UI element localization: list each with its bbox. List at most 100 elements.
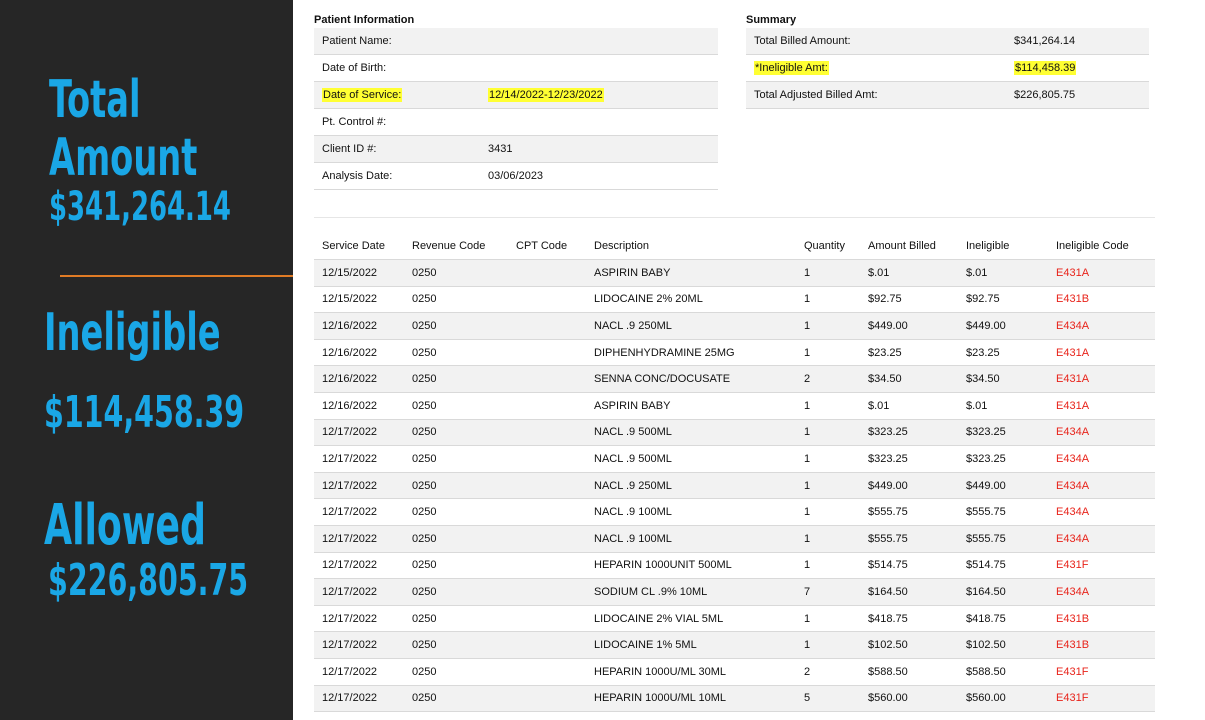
service-date-cell: 12/17/2022	[314, 578, 404, 606]
amount-billed-cell: $555.75	[860, 525, 958, 553]
description-cell: NACL .9 100ML	[586, 498, 796, 526]
amount-billed-cell: $102.50	[860, 631, 958, 659]
description-cell: NACL .9 100ML	[586, 525, 796, 553]
amount-billed-cell: $323.25	[860, 419, 958, 447]
ineligible-code-cell: E431B	[1048, 605, 1155, 633]
revenue-code-cell: 0250	[404, 658, 508, 686]
revenue-code-cell: 0250	[404, 365, 508, 393]
description-cell: HEPARIN 1000U/ML 10ML	[586, 685, 796, 713]
amount-billed-cell: $418.75	[860, 605, 958, 633]
table-row: 12/17/2022 0250 LIDOCAINE 2% VIAL 5ML 1 $418…	[314, 605, 1155, 633]
ineligible-code-cell: E434A	[1048, 472, 1155, 500]
description-cell: HEPARIN 1000UNIT 500ML	[586, 552, 796, 580]
analysis-date-value: 03/06/2023	[480, 162, 718, 190]
allowed-label: Allowed	[44, 493, 206, 558]
summary-row: Total Adjusted Billed Amt: $226,805.75	[746, 81, 1149, 109]
quantity-cell: 1	[796, 552, 860, 580]
client-id-value: 3431	[480, 135, 718, 163]
description-cell: HEPARIN 1000U/ML 30ML	[586, 658, 796, 686]
patient-information-table: Patient Name: Date of Birth: Date of Ser…	[314, 28, 718, 190]
allowed-amount-value: $226,805.75	[48, 555, 249, 606]
service-date-cell: 12/15/2022	[314, 259, 404, 287]
patient-info-row: Analysis Date: 03/06/2023	[314, 162, 718, 190]
quantity-cell: 1	[796, 339, 860, 367]
total-label-line2: Amount	[49, 128, 198, 188]
date-of-service-value: 12/14/2022-12/23/2022	[488, 88, 604, 102]
col-description: Description	[586, 233, 796, 260]
revenue-code-cell: 0250	[404, 578, 508, 606]
ineligible-code-cell: E434A	[1048, 525, 1155, 553]
ineligible-cell: $555.75	[958, 498, 1048, 526]
cpt-code-cell	[508, 472, 586, 500]
total-billed-value: $341,264.14	[1006, 28, 1149, 55]
description-cell: ASPIRIN BABY	[586, 392, 796, 420]
patient-name-value	[480, 28, 718, 55]
description-cell: ASPIRIN BABY	[586, 259, 796, 287]
ineligible-amt-value: $114,458.39	[1014, 61, 1077, 75]
table-row: 12/15/2022 0250 LIDOCAINE 2% 20ML 1 $92.75 $9…	[314, 286, 1155, 314]
cpt-code-cell	[508, 525, 586, 553]
patient-info-row: Client ID #: 3431	[314, 135, 718, 163]
cpt-code-cell	[508, 419, 586, 447]
quantity-cell: 1	[796, 286, 860, 314]
quantity-cell: 1	[796, 259, 860, 287]
date-of-birth-value	[480, 54, 718, 82]
ineligible-label: Ineligible	[44, 303, 221, 363]
section-divider	[60, 275, 293, 277]
service-date-cell: 12/17/2022	[314, 419, 404, 447]
table-row: 12/16/2022 0250 NACL .9 250ML 1 $449.00 $449.…	[314, 312, 1155, 340]
ineligible-cell: $323.25	[958, 445, 1048, 473]
amount-billed-cell: $92.75	[860, 286, 958, 314]
ineligible-code-cell: E434A	[1048, 312, 1155, 340]
ineligible-cell: $.01	[958, 259, 1048, 287]
service-date-cell: 12/17/2022	[314, 525, 404, 553]
cpt-code-cell	[508, 392, 586, 420]
ineligible-code-cell: E434A	[1048, 498, 1155, 526]
amount-billed-cell: $514.75	[860, 552, 958, 580]
cpt-code-cell	[508, 605, 586, 633]
description-cell: NACL .9 500ML	[586, 419, 796, 447]
date-of-birth-label: Date of Birth:	[314, 54, 480, 82]
table-row: 12/17/2022 0250 SODIUM CL .9% 10ML 7 $164.50…	[314, 578, 1155, 606]
service-lines-body: 12/15/2022 0250 ASPIRIN BABY 1 $.01 $.01 E431A…	[314, 259, 1155, 713]
ineligible-cell: $102.50	[958, 631, 1048, 659]
table-row: 12/17/2022 0250 HEPARIN 1000U/ML 10ML 5 $560…	[314, 685, 1155, 713]
amount-billed-cell: $.01	[860, 259, 958, 287]
ineligible-cell: $449.00	[958, 312, 1048, 340]
table-row: 12/17/2022 0250 HEPARIN 1000U/ML 30ML 2 $588…	[314, 658, 1155, 686]
quantity-cell: 1	[796, 472, 860, 500]
client-id-label: Client ID #:	[314, 135, 480, 163]
amount-billed-cell: $555.75	[860, 498, 958, 526]
revenue-code-cell: 0250	[404, 419, 508, 447]
revenue-code-cell: 0250	[404, 631, 508, 659]
table-row: 12/17/2022 0250 HEPARIN 1000UNIT 500ML 1 $51…	[314, 552, 1155, 580]
cpt-code-cell	[508, 658, 586, 686]
service-date-cell: 12/16/2022	[314, 339, 404, 367]
ineligible-code-cell: E434A	[1048, 419, 1155, 447]
total-adjusted-billed-label: Total Adjusted Billed Amt:	[746, 81, 1006, 109]
cpt-code-cell	[508, 631, 586, 659]
patient-information-title: Patient Information	[314, 14, 415, 26]
ineligible-code-cell: E431F	[1048, 685, 1155, 713]
revenue-code-cell: 0250	[404, 286, 508, 314]
amount-billed-cell: $449.00	[860, 312, 958, 340]
description-cell: NACL .9 500ML	[586, 445, 796, 473]
ineligible-cell: $323.25	[958, 419, 1048, 447]
service-date-cell: 12/17/2022	[314, 445, 404, 473]
service-date-cell: 12/17/2022	[314, 552, 404, 580]
ineligible-code-cell: E431A	[1048, 339, 1155, 367]
table-row: 12/17/2022 0250 LIDOCAINE 1% 5ML 1 $102.50 $1…	[314, 631, 1155, 659]
service-date-cell: 12/17/2022	[314, 498, 404, 526]
summary-row: *Ineligible Amt: $114,458.39	[746, 54, 1149, 82]
cpt-code-cell	[508, 685, 586, 713]
col-ineligible: Ineligible	[958, 233, 1048, 260]
table-row: 12/17/2022 0250 NACL .9 250ML 1 $449.00 $449.…	[314, 472, 1155, 500]
description-cell: DIPHENHYDRAMINE 25MG	[586, 339, 796, 367]
summary-sidebar: Total Amount $341,264.14 Ineligible $114…	[0, 0, 293, 720]
total-adjusted-billed-value: $226,805.75	[1006, 81, 1149, 109]
description-cell: LIDOCAINE 1% 5ML	[586, 631, 796, 659]
patient-name-label: Patient Name:	[314, 28, 480, 55]
service-date-cell: 12/15/2022	[314, 286, 404, 314]
revenue-code-cell: 0250	[404, 312, 508, 340]
col-amount-billed: Amount Billed	[860, 233, 958, 260]
